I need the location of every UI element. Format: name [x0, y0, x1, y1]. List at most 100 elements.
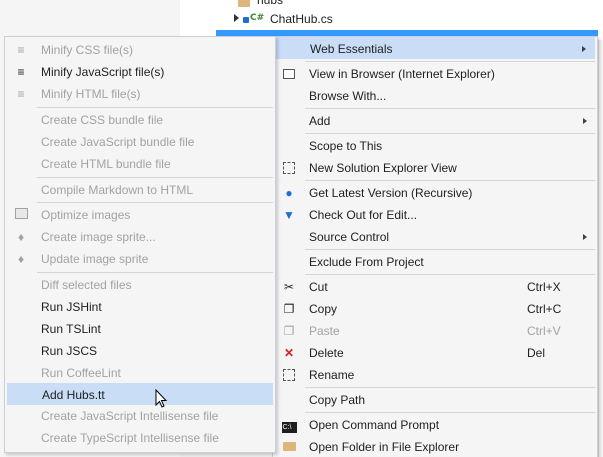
menu-item-run-jscs[interactable]: Run JSCS	[7, 340, 273, 362]
menu-item-label: Run JSCS	[41, 344, 98, 358]
menu-item-create-image-sprite[interactable]: ♦ Create image sprite...	[7, 226, 273, 248]
menu-item-run-jshint[interactable]: Run JSHint	[7, 296, 273, 318]
menu-separator	[305, 108, 595, 109]
menu-item-open-folder-in-explorer[interactable]: Open Folder in File Explorer	[275, 436, 595, 457]
menu-item-shortcut: Ctrl+C	[527, 302, 562, 316]
menu-item-optimize-images[interactable]: Optimize images	[7, 204, 273, 226]
menu-item-scope-to-this[interactable]: Scope to This	[275, 135, 595, 157]
menu-item-add-hubs-tt[interactable]: Add Hubs.tt	[7, 383, 273, 405]
menu-item-label: Create CSS bundle file	[41, 113, 164, 127]
menu-item-copy-path[interactable]: Copy Path	[275, 389, 595, 411]
puzzle-icon: ♦	[17, 230, 25, 244]
menu-item-compile-markdown[interactable]: Compile Markdown to HTML	[7, 179, 273, 201]
menu-item-web-essentials[interactable]: Web Essentials	[275, 37, 595, 59]
paste-icon: ❐	[283, 324, 295, 338]
menu-item-shortcut: Ctrl+X	[527, 280, 561, 294]
menu-item-view-in-browser[interactable]: View in Browser (Internet Explorer)	[275, 63, 595, 85]
menu-separator	[37, 272, 273, 273]
menu-item-copy[interactable]: ❐ Copy Ctrl+C	[275, 298, 595, 320]
menu-item-check-out[interactable]: ▼ Check Out for Edit...	[275, 204, 595, 226]
csharp-file-icon: C#	[250, 13, 265, 23]
menu-item-label: Rename	[309, 368, 355, 382]
menu-item-create-javascript-intellisense[interactable]: Create JavaScript Intellisense file	[7, 405, 273, 427]
menu-separator	[37, 202, 273, 203]
rename-icon	[281, 368, 297, 382]
menu-item-run-tslint[interactable]: Run TSLint	[7, 318, 273, 340]
image-icon	[13, 208, 29, 222]
menu-item-new-solution-explorer-view[interactable]: New Solution Explorer View	[275, 157, 595, 179]
menu-item-create-html-bundle[interactable]: Create HTML bundle file	[7, 153, 273, 175]
menu-item-source-control[interactable]: Source Control	[275, 226, 595, 248]
menu-item-label: Run CoffeeLint	[41, 366, 121, 380]
menu-item-create-css-bundle[interactable]: Create CSS bundle file	[7, 109, 273, 131]
new-view-icon	[281, 161, 297, 175]
menu-item-exclude-from-project[interactable]: Exclude From Project	[275, 251, 595, 273]
menu-item-label: Diff selected files	[41, 278, 132, 292]
menu-item-label: Source Control	[309, 230, 390, 244]
browser-icon	[281, 67, 297, 81]
menu-item-label: Browse With...	[309, 89, 387, 103]
menu-item-label: Paste	[309, 324, 340, 338]
menu-separator	[37, 107, 273, 108]
menu-separator	[305, 412, 595, 413]
minify-icon: ≡	[17, 43, 25, 57]
delete-icon: ✕	[283, 346, 295, 360]
folder-icon	[238, 0, 250, 7]
lock-icon	[243, 17, 249, 23]
menu-item-delete[interactable]: ✕ Delete Del	[275, 342, 595, 364]
menu-item-label: Delete	[309, 346, 344, 360]
menu-separator	[305, 180, 595, 181]
menu-item-label: Get Latest Version (Recursive)	[309, 186, 473, 200]
menu-item-label: Minify JavaScript file(s)	[41, 65, 165, 79]
menu-item-label: Copy	[309, 302, 338, 316]
menu-item-open-command-prompt[interactable]: C:\ Open Command Prompt	[275, 414, 595, 436]
menu-item-minify-css[interactable]: ≡ Minify CSS file(s)	[7, 39, 273, 61]
menu-item-label: New Solution Explorer View	[309, 161, 457, 175]
menu-item-label: Cut	[309, 280, 328, 294]
command-prompt-icon: C:\	[281, 418, 297, 433]
menu-item-label: Create image sprite...	[41, 230, 156, 244]
menu-item-label: Scope to This	[309, 139, 383, 153]
menu-item-label: Create TypeScript Intellisense file	[41, 431, 219, 445]
tree-item-hubs[interactable]: hubs	[257, 0, 283, 9]
menu-item-create-javascript-bundle[interactable]: Create JavaScript bundle file	[7, 131, 273, 153]
submenu-arrow-icon	[583, 234, 587, 240]
menu-item-label: Add	[309, 114, 331, 128]
puzzle-icon: ♦	[17, 252, 25, 266]
menu-item-label: Open Folder in File Explorer	[309, 440, 460, 454]
menu-item-label: Exclude From Project	[309, 255, 424, 269]
menu-item-rename[interactable]: Rename	[275, 364, 595, 386]
menu-item-browse-with[interactable]: Browse With...	[275, 85, 595, 107]
menu-item-label: Open Command Prompt	[309, 418, 440, 432]
menu-item-label: Run TSLint	[41, 322, 101, 336]
menu-item-create-typescript-intellisense[interactable]: Create TypeScript Intellisense file	[7, 427, 273, 449]
menu-item-get-latest[interactable]: ● Get Latest Version (Recursive)	[275, 182, 595, 204]
scissors-icon: ✂	[283, 280, 295, 294]
menu-item-cut[interactable]: ✂ Cut Ctrl+X	[275, 276, 595, 298]
menu-item-paste[interactable]: ❐ Paste Ctrl+V	[275, 320, 595, 342]
menu-item-label: Optimize images	[41, 208, 131, 222]
get-latest-icon: ●	[285, 186, 293, 200]
menu-item-add[interactable]: Add	[275, 110, 595, 132]
menu-item-minify-javascript[interactable]: ≡ Minify JavaScript file(s)	[7, 61, 273, 83]
menu-item-label: Web Essentials	[310, 42, 393, 56]
menu-item-label: Update image sprite	[41, 252, 149, 266]
menu-item-label: Check Out for Edit...	[309, 208, 418, 222]
menu-item-update-image-sprite[interactable]: ♦ Update image sprite	[7, 248, 273, 270]
menu-item-minify-html[interactable]: ≡ Minify HTML file(s)	[7, 83, 273, 105]
menu-item-label: Minify HTML file(s)	[41, 87, 141, 101]
menu-item-run-coffeelint[interactable]: Run CoffeeLint	[7, 362, 273, 384]
menu-item-label: Create JavaScript Intellisense file	[41, 409, 219, 423]
folder-icon	[281, 440, 297, 454]
tree-item-chathub[interactable]: ChatHub.cs	[270, 10, 333, 28]
check-out-icon: ▼	[283, 208, 295, 222]
submenu-arrow-icon	[582, 46, 586, 52]
menu-item-label: Copy Path	[309, 393, 366, 407]
menu-item-diff-selected-files[interactable]: Diff selected files	[7, 274, 273, 296]
menu-item-label: Minify CSS file(s)	[41, 43, 134, 57]
web-essentials-submenu: ≡ Minify CSS file(s) ≡ Minify JavaScript…	[4, 36, 276, 453]
menu-item-label: Create JavaScript bundle file	[41, 135, 195, 149]
expand-arrow-icon[interactable]	[234, 14, 239, 22]
menu-item-label: Create HTML bundle file	[41, 157, 171, 171]
right-scroll-edge	[598, 40, 603, 457]
